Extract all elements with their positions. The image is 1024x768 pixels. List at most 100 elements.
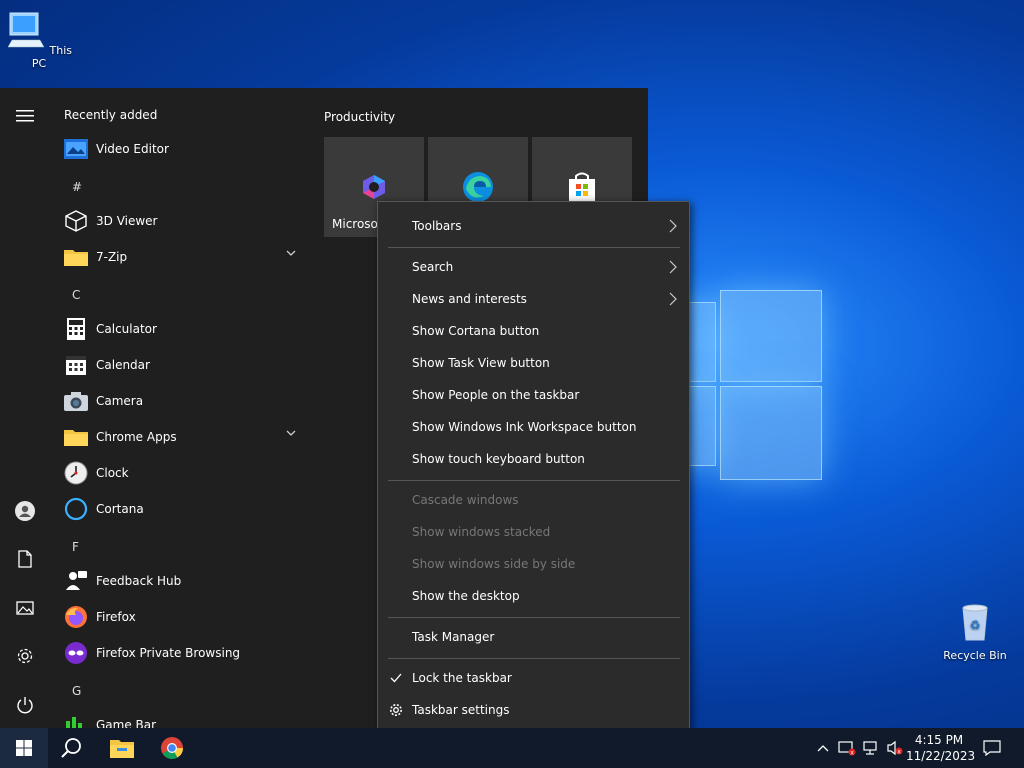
menu-separator: [388, 247, 680, 248]
app-game-bar[interactable]: Game Bar: [64, 708, 304, 728]
trash-icon: ♻: [962, 604, 988, 641]
menu-show-desktop[interactable]: Show the desktop: [378, 582, 689, 610]
cube-icon: [64, 209, 88, 233]
documents-icon[interactable]: [13, 547, 37, 571]
feedback-hub-icon: [64, 569, 88, 593]
folder-icon: [64, 245, 88, 269]
taskbar-context-menu: Toolbars Search News and interests Show …: [377, 201, 690, 735]
calculator-icon: [64, 317, 88, 341]
power-icon[interactable]: [13, 693, 37, 717]
windows-logo-icon: [16, 740, 32, 756]
recently-added-heading: Recently added: [64, 108, 158, 122]
menu-show-cortana[interactable]: Show Cortana button: [378, 317, 689, 345]
app-feedback-hub[interactable]: Feedback Hub: [64, 564, 304, 598]
video-editor-icon: [64, 137, 88, 161]
network-tray-button[interactable]: [860, 728, 882, 768]
app-calendar[interactable]: Calendar: [64, 348, 304, 382]
volume-muted-icon: x: [887, 740, 903, 756]
app-calculator[interactable]: Calculator: [64, 312, 304, 346]
chevron-down-icon[interactable]: [286, 430, 296, 436]
menu-news-interests[interactable]: News and interests: [378, 285, 689, 313]
app-firefox[interactable]: Firefox: [64, 600, 304, 634]
app-list: Recently added Video Editor # 3D Viewer …: [50, 88, 308, 728]
search-button[interactable]: [48, 728, 96, 768]
computer-icon: [7, 12, 45, 48]
app-firefox-private[interactable]: Firefox Private Browsing: [64, 636, 304, 670]
menu-show-task-view[interactable]: Show Task View button: [378, 349, 689, 377]
svg-text:x: x: [850, 750, 854, 757]
firefox-private-icon: [64, 641, 88, 665]
app-3d-viewer[interactable]: 3D Viewer: [64, 204, 304, 238]
folder-icon: [64, 425, 88, 449]
app-camera[interactable]: Camera: [64, 384, 304, 418]
menu-toolbars[interactable]: Toolbars: [378, 212, 689, 240]
svg-text:x: x: [897, 749, 901, 756]
letter-g[interactable]: G: [72, 684, 81, 698]
start-rail: [0, 88, 50, 728]
recycle-bin-label: Recycle Bin: [943, 649, 1007, 662]
notification-icon: [983, 740, 1001, 756]
chevron-up-icon: [817, 745, 829, 752]
chevron-right-icon: [669, 260, 677, 274]
camera-icon: [64, 389, 88, 413]
store-icon: [569, 172, 595, 201]
start-button[interactable]: [0, 728, 48, 768]
menu-windows-stacked: Show windows stacked: [412, 525, 551, 539]
menu-windows-side-by-side: Show windows side by side: [412, 557, 576, 571]
menu-separator: [388, 617, 680, 618]
chevron-right-icon: [669, 219, 677, 233]
letter-f[interactable]: F: [72, 540, 79, 554]
checkmark-icon: [388, 670, 404, 686]
show-hidden-icons-button[interactable]: [814, 728, 832, 768]
settings-gear-icon[interactable]: [13, 644, 37, 668]
edge-icon: [463, 172, 493, 202]
clock-time: 4:15 PM: [914, 733, 964, 747]
this-pc-icon[interactable]: This PC: [1, 10, 77, 70]
chevron-down-icon[interactable]: [286, 250, 296, 256]
hamburger-icon[interactable]: [13, 104, 37, 128]
action-center-button[interactable]: [978, 728, 1006, 768]
menu-taskbar-settings[interactable]: Taskbar settings: [378, 696, 689, 724]
menu-separator: [388, 480, 680, 481]
file-explorer-button[interactable]: [98, 728, 146, 768]
pictures-icon[interactable]: [13, 596, 37, 620]
firefox-icon: [64, 605, 88, 629]
menu-show-ink[interactable]: Show Windows Ink Workspace button: [378, 413, 689, 441]
gear-icon: [388, 702, 404, 718]
chevron-right-icon: [669, 292, 677, 306]
letter-c[interactable]: C: [72, 288, 80, 302]
app-7zip-folder[interactable]: 7-Zip: [64, 240, 304, 274]
calendar-icon: [64, 353, 88, 377]
file-explorer-icon: [110, 740, 134, 758]
volume-tray-button[interactable]: x: [884, 728, 906, 768]
clock-icon: [64, 461, 88, 485]
microsoft-365-icon: [363, 175, 385, 199]
svg-text:♻: ♻: [970, 618, 981, 632]
game-bar-icon: [64, 713, 88, 728]
chrome-icon: [161, 737, 183, 759]
user-avatar-icon[interactable]: [13, 499, 37, 523]
taskbar[interactable]: x x 4:15 PM 11/22/2023: [0, 728, 1024, 768]
menu-lock-taskbar[interactable]: Lock the taskbar: [378, 664, 689, 692]
taskbar-clock[interactable]: 4:15 PM 11/22/2023: [906, 732, 976, 764]
menu-show-touch-keyboard[interactable]: Show touch keyboard button: [378, 445, 689, 473]
app-video-editor[interactable]: Video Editor: [64, 132, 304, 166]
recycle-bin-icon[interactable]: ♻ Recycle Bin: [937, 602, 1013, 662]
security-tray-button[interactable]: x: [836, 728, 858, 768]
menu-task-manager[interactable]: Task Manager: [378, 623, 689, 651]
clock-date: 11/22/2023: [906, 749, 976, 763]
app-chrome-apps-folder[interactable]: Chrome Apps: [64, 420, 304, 454]
app-cortana[interactable]: Cortana: [64, 492, 304, 526]
letter-hash[interactable]: #: [72, 180, 82, 194]
network-icon: [863, 741, 877, 755]
cortana-icon: [64, 497, 88, 521]
menu-cascade-windows: Cascade windows: [412, 493, 519, 507]
menu-show-people[interactable]: Show People on the taskbar: [378, 381, 689, 409]
menu-search[interactable]: Search: [378, 253, 689, 281]
search-icon: [61, 738, 81, 758]
app-clock[interactable]: Clock: [64, 456, 304, 490]
shield-warning-icon: x: [838, 741, 856, 757]
menu-separator: [388, 658, 680, 659]
productivity-heading: Productivity: [324, 110, 396, 124]
chrome-button[interactable]: [148, 728, 196, 768]
